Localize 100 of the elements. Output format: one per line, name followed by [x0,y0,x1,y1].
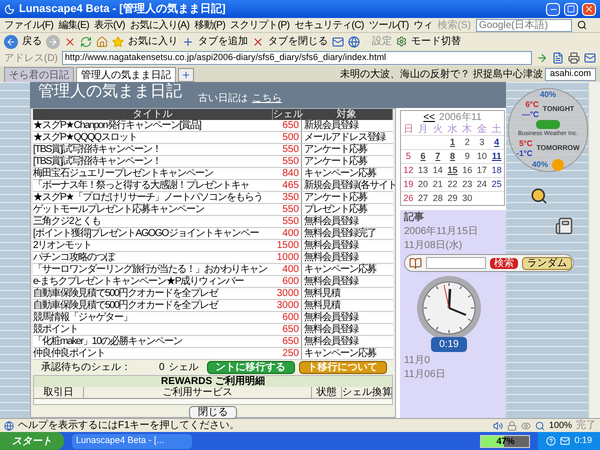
add-tab-button[interactable]: タブを追加 [198,36,248,47]
table-cell[interactable]: 「化粧maker」10の必勝キャンペーン [33,336,273,347]
articles-title: 記事 [404,212,425,223]
search-engine-field[interactable]: Google(日本語) [476,18,572,32]
calendar-day[interactable]: 4 [489,136,504,149]
load-status: 完了 [576,420,596,431]
home-icon[interactable] [96,36,108,48]
maximize-icon[interactable] [564,2,578,16]
table-cell[interactable]: 自動車保険見積で500円クオカードを全プレゼ [33,300,273,311]
table-cell[interactable]: ★スグP★「プロだけリサーチ」ノートパソコンをもらう [33,192,273,203]
taskbar-item[interactable]: Lunascape4 Beta - [... [72,434,192,448]
scrollbar[interactable] [588,82,600,418]
table-cell[interactable]: [ポイント獲得]プレゼントAGOGOジョイントキャンペー [33,228,273,239]
browser-tab[interactable]: そら君の日記 [4,67,74,82]
old-diary-label: 古い日記は [198,93,248,104]
table-cell[interactable]: [TBS賞]試写招待キャンペーン！ [33,144,273,155]
calendar-day[interactable]: 11 [489,150,504,163]
magnifier-icon[interactable] [530,187,548,205]
table-cell[interactable]: e-まちクプレゼントキャンペーン★P成りウィンバー [33,276,273,287]
calendar-day[interactable]: 15 [445,164,460,177]
table-cell[interactable]: 競ポイント [33,324,273,335]
add-tab-icon[interactable] [182,36,194,48]
calendar-day: 3 [474,136,490,149]
help-icon[interactable] [546,436,556,446]
table-cell: 無料見積 [301,300,393,311]
close-tab-button[interactable]: タブを閉じる [268,36,328,47]
calendar-day: 26 [401,192,416,205]
menu-item[interactable]: ファイル(F) [4,20,54,30]
news-source-select[interactable]: asahi.com [544,68,596,80]
menu-item[interactable]: お気に入り(A) [130,20,190,30]
document-icon[interactable] [552,52,564,64]
back-icon[interactable] [4,34,18,48]
menu-item[interactable]: 表示(V) [94,20,125,30]
close-icon[interactable] [582,2,596,16]
table-cell[interactable]: 仲良仲良ポイント [33,348,273,359]
menu-item[interactable]: 編集(E) [58,20,90,30]
old-diary-link[interactable]: こちら [252,93,282,104]
table-cell[interactable]: パチンコ攻略のつぼ [33,252,273,263]
new-tab-icon[interactable] [178,68,194,82]
table-cell: 無料会員登録 [301,324,393,335]
mail-icon[interactable] [584,52,596,64]
settings-icon[interactable] [396,36,407,47]
lock-icon[interactable] [506,420,517,430]
globe-icon[interactable] [348,36,360,48]
magnifier-icon[interactable] [534,420,545,430]
table-cell[interactable]: 「サーロワンダーリング旅行が当たる！」おかわりキャン [33,264,273,275]
calendar-day: 10 [474,150,490,163]
calendar-day[interactable]: 7 [430,150,446,163]
pending-value: 0 [159,362,165,373]
zoom-level[interactable]: 100% [548,418,572,432]
table-cell[interactable]: 「ボーナス年！祭っと得する大感謝！プレゼントキャ [33,180,273,191]
speaker-icon[interactable] [492,420,503,430]
table-cell[interactable]: ゲットモールプレゼント応募キャンペーン [33,204,273,215]
calendar-month: 2006年11 [439,112,482,123]
close-button[interactable]: 閉じる [189,406,237,419]
mode-switch-button[interactable]: モード切替 [411,36,461,47]
mail-icon[interactable] [332,36,344,48]
table-cell[interactable]: 2リオンモット [33,240,273,251]
calendar-day[interactable]: 6 [416,150,430,163]
calendar-day[interactable]: 8 [445,150,460,163]
calendar-day[interactable]: 1 [445,136,460,149]
menu-item[interactable]: ツール(T) [368,20,409,30]
back-button[interactable]: 戻る [22,36,42,47]
calendar-day: 29 [445,192,460,205]
favorites-button[interactable]: お気に入り [128,36,178,47]
table-cell[interactable]: ★スグP★Chanpon発行キャンペーン[賞品] [33,120,273,131]
table-cell[interactable]: ★スグP★QQQQスロット [33,132,273,143]
eye-icon[interactable] [520,420,531,430]
table-cell[interactable]: 三角クジ2とくも [33,216,273,227]
news-ticker[interactable]: 未明の大波、海山の反射で？ 択捉島中心津波 [340,68,543,80]
search-field[interactable] [426,257,486,269]
menu-item[interactable]: スクリプト(P) [230,20,290,30]
stop-icon[interactable] [64,36,76,48]
search-icon[interactable] [577,20,588,30]
menu-item[interactable]: ウィ [414,20,433,30]
calendar-day: 16 [460,164,475,177]
table-cell[interactable]: 自動車保険見積で500円クオカードを全プレゼ [33,288,273,299]
printer-icon[interactable] [568,52,580,64]
table-cell: キャンペーン応募 [301,264,393,275]
clock-time: 0:19 [574,434,592,448]
minimize-icon[interactable] [546,2,560,16]
random-button[interactable]: ランダム [522,256,572,270]
address-field[interactable]: http://www.nagatakensetsu.co.jp/aspi2006-diary/sfs6_diary/sfs6_diary/index.html [62,51,532,65]
search-button[interactable]: 検索 [490,258,518,268]
refresh-icon[interactable] [80,36,92,48]
close-tab-icon[interactable] [252,36,264,48]
table-cell[interactable]: [TBS賞]試写招待キャンペーン！ [33,156,273,167]
star-icon[interactable] [112,36,124,48]
books-icon [409,256,422,270]
browser-tab[interactable]: 管理人の気まま日記 [76,67,176,82]
menu-item[interactable]: 移動(P) [194,20,226,30]
menu-item[interactable]: セキュリティ(C) [294,20,364,30]
newspaper-icon[interactable] [555,217,573,235]
table-cell-text: 500 [281,132,300,143]
go-icon[interactable] [536,52,548,64]
table-cell: キャンペーン応募 [301,348,393,359]
previous-month-link[interactable]: << [423,112,436,123]
table-cell[interactable]: 梅田宝石ジュエリープレゼントキャンペーン [33,168,273,179]
start-button[interactable]: スタート [0,432,64,450]
table-cell[interactable]: 競馬情報「ジャゲター」 [33,312,273,323]
